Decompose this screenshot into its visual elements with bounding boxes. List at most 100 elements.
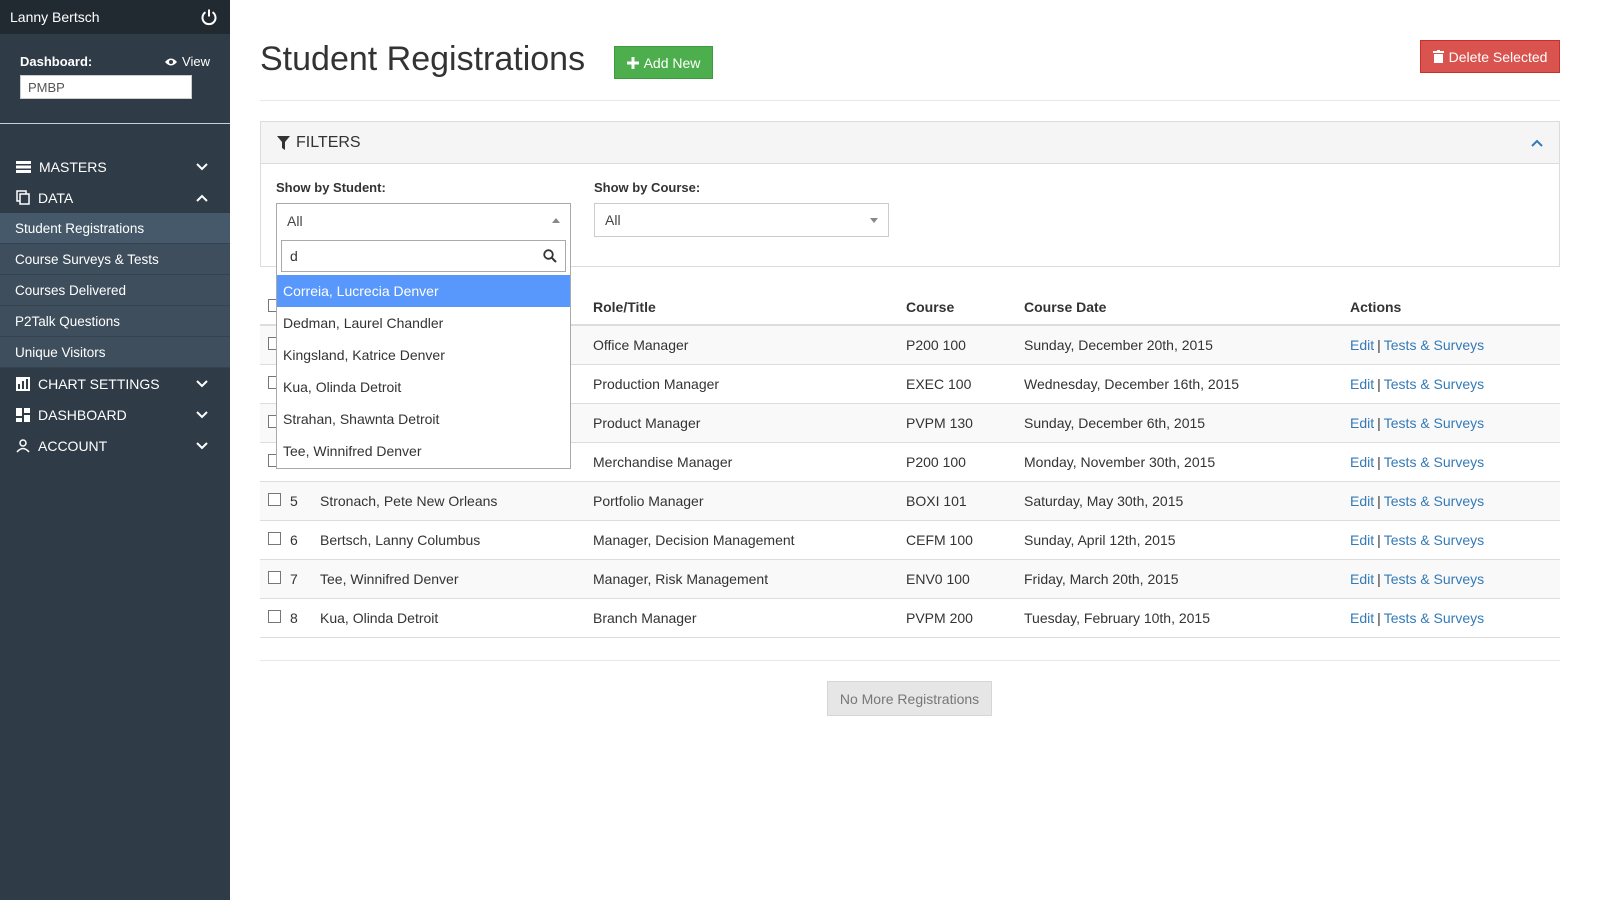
dropdown-search-input[interactable]: d <box>281 240 566 272</box>
nav-data-submenu: Student Registrations Course Surveys & T… <box>0 213 230 368</box>
dashboard-input[interactable] <box>20 75 192 99</box>
action-separator: | <box>1377 376 1381 392</box>
row-course-date: Saturday, May 30th, 2015 <box>1024 493 1184 509</box>
row-actions: Edit | Tests & Surveys <box>1350 571 1560 587</box>
action-separator: | <box>1377 415 1381 431</box>
dropdown-option[interactable]: Strahan, Shawnta Detroit <box>277 403 570 435</box>
tests-surveys-link[interactable]: Tests & Surveys <box>1384 571 1484 587</box>
sidebar: Lanny Bertsch Dashboard: View MASTERS DA… <box>0 0 230 900</box>
table-row: 6 Bertsch, Lanny Columbus Manager, Decisio… <box>260 521 1560 560</box>
dropdown-option[interactable]: Kua, Olinda Detroit <box>277 371 570 403</box>
row-course: BOXI 101 <box>906 493 967 509</box>
nav-courses-delivered[interactable]: Courses Delivered <box>0 275 230 306</box>
nav-account[interactable]: ACCOUNT <box>0 430 230 461</box>
delete-selected-button[interactable]: Delete Selected <box>1420 40 1560 73</box>
action-separator: | <box>1377 337 1381 353</box>
table-row: 5 Stronach, Pete New Orleans Portfolio Man… <box>260 482 1560 521</box>
eye-icon <box>165 58 178 65</box>
row-role: Production Manager <box>593 376 720 392</box>
row-number: 6 <box>290 532 298 548</box>
nav-course-surveys-tests[interactable]: Course Surveys & Tests <box>0 244 230 275</box>
dashboard-selector: Dashboard: View <box>0 34 230 124</box>
row-course: ENV0 100 <box>906 571 970 587</box>
add-new-button[interactable]: Add New <box>614 46 713 79</box>
tests-surveys-link[interactable]: Tests & Surveys <box>1384 493 1484 509</box>
user-icon <box>16 438 30 453</box>
row-role: Manager, Risk Management <box>593 571 769 587</box>
row-checkbox[interactable] <box>268 493 281 506</box>
dropdown-option[interactable]: Kingsland, Katrice Denver <box>277 339 570 371</box>
tests-surveys-link[interactable]: Tests & Surveys <box>1384 337 1484 353</box>
edit-link[interactable]: Edit <box>1350 454 1374 470</box>
chevron-down-icon <box>196 162 208 170</box>
filter-student-label: Show by Student: <box>276 180 386 195</box>
edit-link[interactable]: Edit <box>1350 610 1374 626</box>
copy-icon <box>16 190 30 205</box>
nav-masters[interactable]: MASTERS <box>0 151 230 182</box>
row-student-name: Bertsch, Lanny Columbus <box>320 532 481 548</box>
row-role: Manager, Decision Management <box>593 532 795 548</box>
action-separator: | <box>1377 532 1381 548</box>
chevron-up-icon[interactable] <box>1531 139 1543 147</box>
trash-icon <box>1432 50 1444 63</box>
add-new-label: Add New <box>643 54 701 71</box>
filter-student: Show by Student: All <box>276 180 571 237</box>
row-role: Office Manager <box>593 337 689 353</box>
edit-link[interactable]: Edit <box>1350 337 1374 353</box>
tests-surveys-link[interactable]: Tests & Surveys <box>1384 415 1484 431</box>
row-course-date: Friday, March 20th, 2015 <box>1024 571 1179 587</box>
power-icon[interactable] <box>200 8 218 26</box>
nav-p2talk-questions[interactable]: P2Talk Questions <box>0 306 230 337</box>
dashboard-view-label: View <box>182 54 210 69</box>
nav-chart-settings-label: CHART SETTINGS <box>38 375 160 392</box>
nav-dashboard-label: DASHBOARD <box>38 406 127 423</box>
header-course[interactable]: Course <box>906 299 1024 315</box>
edit-link[interactable]: Edit <box>1350 532 1374 548</box>
edit-link[interactable]: Edit <box>1350 376 1374 392</box>
search-icon <box>543 249 557 263</box>
dropdown-option[interactable]: Tee, Winnifred Denver <box>277 435 570 467</box>
filter-course: Show by Course: All <box>594 180 889 237</box>
row-actions: Edit | Tests & Surveys <box>1350 610 1560 626</box>
edit-link[interactable]: Edit <box>1350 493 1374 509</box>
student-dropdown: d Correia, Lucrecia Denver Dedman, Laurel… <box>276 236 571 469</box>
row-checkbox[interactable] <box>268 571 281 584</box>
action-separator: | <box>1377 610 1381 626</box>
dropdown-option[interactable]: Dedman, Laurel Chandler <box>277 307 570 339</box>
edit-link[interactable]: Edit <box>1350 415 1374 431</box>
nav-dashboard[interactable]: DASHBOARD <box>0 399 230 430</box>
dropdown-option[interactable]: Correia, Lucrecia Denver <box>277 275 570 307</box>
row-checkbox[interactable] <box>268 532 281 545</box>
no-more-registrations-button[interactable]: No More Registrations <box>827 681 992 716</box>
header-date[interactable]: Course Date <box>1024 299 1350 315</box>
student-select[interactable]: All <box>276 203 571 237</box>
tests-surveys-link[interactable]: Tests & Surveys <box>1384 376 1484 392</box>
divider <box>260 100 1560 101</box>
row-course: PVPM 130 <box>906 415 973 431</box>
tests-surveys-link[interactable]: Tests & Surveys <box>1384 454 1484 470</box>
table-row: 8 Kua, Olinda Detroit Branch Manager PVPM 2… <box>260 599 1560 638</box>
caret-up-icon <box>552 218 560 223</box>
row-actions: Edit | Tests & Surveys <box>1350 532 1560 548</box>
nav-data[interactable]: DATA <box>0 182 230 213</box>
tests-surveys-link[interactable]: Tests & Surveys <box>1384 532 1484 548</box>
row-checkbox[interactable] <box>268 610 281 623</box>
tests-surveys-link[interactable]: Tests & Surveys <box>1384 610 1484 626</box>
row-course-date: Sunday, December 6th, 2015 <box>1024 415 1206 431</box>
row-student-name: Kua, Olinda Detroit <box>320 610 439 626</box>
dashboard-label: Dashboard: <box>20 54 93 69</box>
nav-chart-settings[interactable]: CHART SETTINGS <box>0 368 230 399</box>
delete-selected-label: Delete Selected <box>1448 48 1548 65</box>
nav-unique-visitors[interactable]: Unique Visitors <box>0 337 230 368</box>
edit-link[interactable]: Edit <box>1350 571 1374 587</box>
dashboard-view-link[interactable]: View <box>164 54 210 69</box>
row-role: Branch Manager <box>593 610 697 626</box>
filters-header[interactable]: FILTERS <box>261 122 1559 164</box>
header-actions: Actions <box>1350 299 1402 315</box>
row-course: CEFM 100 <box>906 532 973 548</box>
course-select[interactable]: All <box>594 203 889 237</box>
row-actions: Edit | Tests & Surveys <box>1350 454 1560 470</box>
list-icon <box>16 160 31 173</box>
nav-student-registrations[interactable]: Student Registrations <box>0 213 230 244</box>
header-role[interactable]: Role/Title <box>593 299 906 315</box>
